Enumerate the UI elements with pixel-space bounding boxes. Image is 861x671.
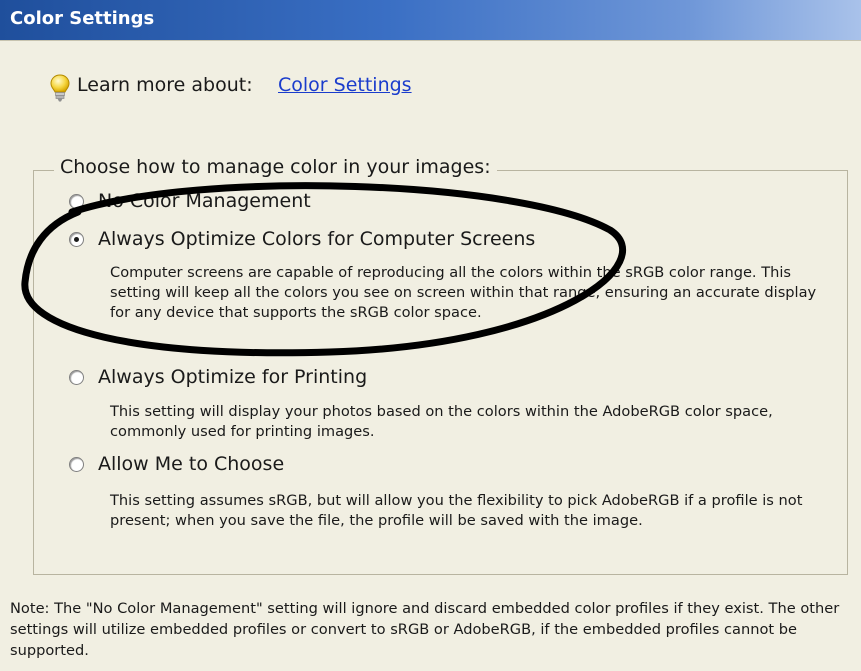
option-optimize-screens[interactable]: Always Optimize Colors for Computer Scre… bbox=[69, 228, 535, 250]
radio-optimize-printing[interactable] bbox=[69, 369, 84, 385]
title-bar: Color Settings bbox=[0, 0, 861, 41]
option-label: Always Optimize Colors for Computer Scre… bbox=[98, 228, 536, 250]
option-description: This setting assumes sRGB, but will allo… bbox=[110, 492, 803, 529]
option-optimize-printing[interactable]: Always Optimize for Printing bbox=[69, 366, 367, 388]
color-settings-help-link[interactable]: Color Settings bbox=[278, 74, 412, 96]
option-description: This setting will display your photos ba… bbox=[110, 403, 773, 440]
lightbulb-icon bbox=[50, 74, 70, 102]
color-settings-dialog: Color Settings Learn more about: Color S… bbox=[0, 0, 861, 671]
option-description: Computer screens are capable of reproduc… bbox=[110, 264, 817, 321]
option-allow-me-to-choose[interactable]: Allow Me to Choose bbox=[69, 453, 284, 475]
radio-allow-me-to-choose[interactable] bbox=[69, 456, 84, 472]
option-no-color-management[interactable]: No Color Management bbox=[69, 190, 311, 212]
option-label: Allow Me to Choose bbox=[98, 453, 285, 475]
learn-more-label: Learn more about: bbox=[77, 74, 253, 96]
radio-no-color-management[interactable] bbox=[69, 193, 84, 209]
window-title: Color Settings bbox=[10, 8, 155, 29]
group-legend: Choose how to manage color in your image… bbox=[54, 156, 497, 178]
radio-optimize-screens[interactable] bbox=[69, 231, 84, 247]
option-label: No Color Management bbox=[98, 190, 311, 212]
note-text: Note: The "No Color Management" setting … bbox=[10, 600, 840, 659]
option-label: Always Optimize for Printing bbox=[98, 366, 368, 388]
